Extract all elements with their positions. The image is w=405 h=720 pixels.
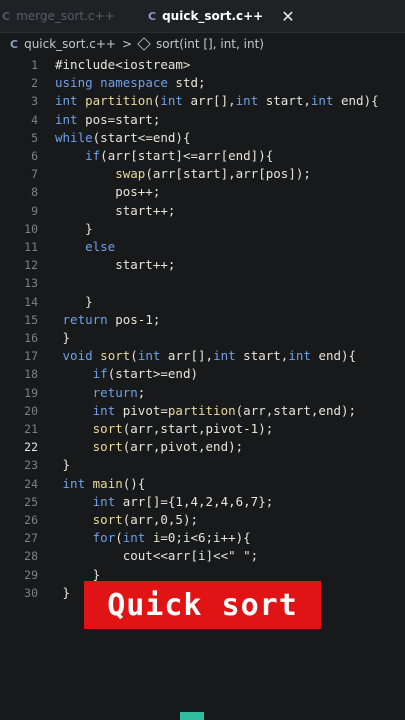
line-number: 6 [31,149,38,163]
line-number: 3 [31,94,38,109]
line-number: 25 [24,494,38,509]
code-line[interactable]: for(int i=0;i<6;i++){ [55,529,251,547]
code-editor[interactable]: 1 #include<iostream> 2 using namespace std;… [0,56,405,600]
line-number: 5 [31,130,38,145]
line-number: 2 [31,76,38,91]
code-line[interactable]: return; [55,384,146,402]
code-line[interactable]: } [55,293,93,311]
code-line[interactable]: if(start>=end) [55,365,198,383]
breadcrumb-file[interactable]: quick_sort.c++ [24,37,116,51]
line-number: 13 [24,276,38,291]
line-number: 17 [24,349,38,364]
line-number: 11 [24,240,38,254]
taskbar-indicator [180,712,204,720]
line-number: 21 [24,422,38,436]
line-number: 23 [24,458,38,473]
code-line[interactable]: sort(arr,0,5); [55,511,198,529]
line-number: 8 [31,185,38,200]
code-line[interactable]: swap(arr[start],arr[pos]); [55,165,311,183]
tab-merge-sort[interactable]: C merge_sort.c++ [2,6,115,26]
line-number: 29 [24,567,38,582]
line-number: 12 [24,258,38,273]
tab-quick-sort[interactable]: C quick_sort.c++ ✕ [148,6,295,26]
code-line[interactable]: } [55,456,71,474]
chevron-right-icon: > [121,37,132,51]
line-number: 28 [24,549,38,564]
line-number: 24 [24,476,38,491]
code-line[interactable]: cout<<arr[i]<<" "; [55,547,258,565]
line-number: 1 [31,58,38,72]
line-number: 9 [31,203,38,218]
breadcrumb-symbol[interactable]: sort(int [], int, int) [156,37,264,51]
line-number: 15 [24,312,38,327]
code-line[interactable]: pos++; [55,183,160,201]
code-line[interactable]: sort(arr,pivot,end); [55,438,244,456]
code-line[interactable]: int partition(int arr[],int start,int en… [55,92,379,110]
code-line[interactable]: start++; [55,256,175,274]
code-line[interactable]: } [55,220,93,238]
cpp-file-icon: C [2,9,11,23]
line-number: 10 [24,221,38,236]
line-number: 22 [24,440,38,455]
code-line[interactable]: } [55,584,71,602]
line-number: 16 [24,331,38,345]
code-line[interactable]: sort(arr,start,pivot-1); [55,420,274,438]
line-number: 20 [24,403,38,418]
tab-bar: C merge_sort.c++ C quick_sort.c++ ✕ [0,0,405,33]
line-number: 19 [24,385,38,400]
cpp-file-icon: C [148,9,157,23]
code-line[interactable]: int pos=start; [55,111,160,129]
banner-text: Quick sort [107,587,298,623]
code-line[interactable]: start++; [55,202,175,220]
line-number: 4 [31,112,38,127]
line-number: 7 [31,167,38,182]
code-line[interactable]: if(arr[start]<=arr[end]){ [55,147,273,165]
code-line[interactable]: void sort(int arr[],int start,int end){ [55,347,357,365]
code-line[interactable]: int main(){ [55,475,146,493]
code-line[interactable]: using namespace std; [55,74,206,92]
tab-label: quick_sort.c++ [162,9,264,23]
line-number: 18 [24,367,38,382]
code-line[interactable]: else [55,238,115,256]
breadcrumb: C quick_sort.c++ > sort(int [], int, int… [0,33,405,55]
code-line[interactable]: #include<iostream> [55,56,190,74]
line-number: 26 [24,513,38,527]
cpp-file-icon: C [10,37,19,51]
method-icon [137,37,151,51]
code-line[interactable]: while(start<=end){ [55,129,190,147]
code-line[interactable]: return pos-1; [55,311,161,329]
tab-label: merge_sort.c++ [16,9,115,23]
line-number: 30 [24,585,38,600]
line-number: 14 [24,294,38,309]
title-banner: Quick sort [84,581,321,629]
code-line[interactable]: int pivot=partition(arr,start,end); [55,402,356,420]
line-number: 27 [24,531,38,546]
code-line[interactable]: } [55,329,71,347]
close-icon[interactable]: ✕ [281,7,294,26]
code-line[interactable]: int arr[]={1,4,2,4,6,7}; [55,493,274,511]
